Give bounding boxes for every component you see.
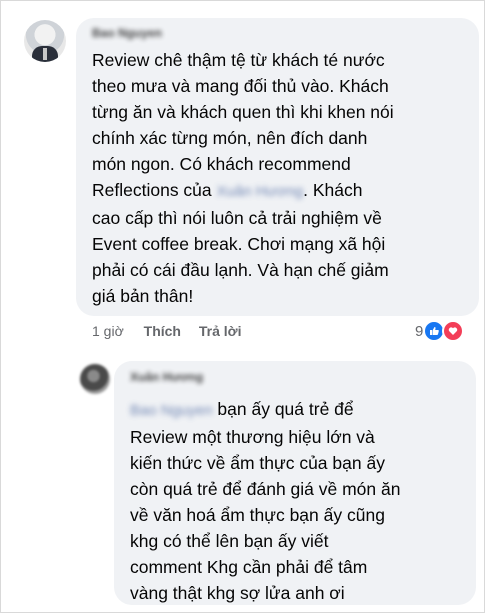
comment-line: từng ăn và khách quen thì khi khen nói	[92, 102, 394, 122]
comment-line: theo mưa và mang đối thủ vào. Khách	[92, 76, 389, 96]
reply-line: về văn hoá ẩm thực bạn ấy cũng	[130, 505, 385, 525]
comment-line: phải có cái đầu lạnh. Và hạn chế giảm	[92, 260, 389, 280]
reply-line: vàng thật khg sợ lửa anh ơi	[130, 583, 345, 603]
mention-link[interactable]: Xuân Hương	[217, 179, 304, 205]
comment-line: Review chê thậm tệ từ khách té nước	[92, 50, 385, 70]
comment-line: chính xác từng món, nên đích danh	[92, 128, 368, 148]
comment-line: Event coffee break. Chơi mạng xã hội	[92, 234, 386, 254]
reply-line: comment Khg cần phải để tâm	[130, 557, 368, 577]
reply-line: Bao Nguyen bạn ấy quá trẻ để	[130, 396, 400, 424]
mention-link[interactable]: Bao Nguyen	[130, 398, 213, 424]
heart-icon	[442, 320, 465, 342]
reaction-count: 9	[415, 322, 424, 340]
comment-actions: 1 giờ Thích Trả lời	[92, 323, 242, 339]
reply-line: khg có thể lên bạn ấy viết	[130, 531, 329, 551]
reply-line: Review một thương hiệu lớn và	[130, 427, 375, 447]
comment-text-fragment: Reflections của	[92, 180, 212, 200]
reply-button[interactable]: Trả lời	[199, 323, 242, 339]
comment-line: cao cấp thì nói luôn cả trải nghiệm về	[92, 208, 382, 228]
reply-line: kiến thức về ẩm thực của bạn ấy	[130, 453, 385, 473]
reply-author-name[interactable]: Xuân Hương	[130, 370, 203, 384]
reply-text: Bao Nguyen bạn ấy quá trẻ để Review một …	[130, 396, 400, 606]
comment-timestamp[interactable]: 1 giờ	[92, 323, 124, 339]
comment-text: Review chê thậm tệ từ khách té nước theo…	[92, 47, 394, 309]
avatar-tie	[43, 48, 47, 60]
comment-author-name[interactable]: Bao Nguyen	[92, 26, 162, 40]
comment-line: món ngon. Có khách recommend	[92, 154, 351, 174]
like-button[interactable]: Thích	[144, 323, 181, 339]
comment-line: Reflections của Xuân Hương. Khách	[92, 177, 394, 205]
reply-text-fragment: bạn ấy quá trẻ để	[212, 399, 354, 419]
avatar[interactable]	[24, 20, 66, 62]
avatar[interactable]	[80, 364, 110, 394]
comment-line: giá bản thân!	[92, 286, 194, 306]
reply-line: còn quá trẻ để đánh giá về món ăn	[130, 479, 401, 499]
reaction-summary[interactable]: 9	[415, 320, 465, 342]
comment-text-fragment: . Khách	[303, 180, 363, 200]
